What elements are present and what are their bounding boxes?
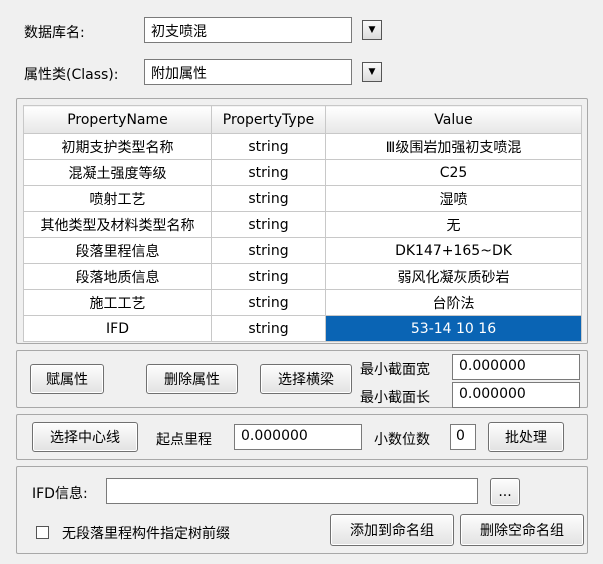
add-to-named-group-button[interactable]: 添加到命名组 xyxy=(330,514,454,546)
cell-property-type[interactable]: string xyxy=(211,237,326,264)
cell-property-name[interactable]: 段落里程信息 xyxy=(23,237,212,264)
class-label: 属性类(Class): xyxy=(24,67,119,83)
ifd-info-label: IFD信息: xyxy=(32,486,88,502)
property-table-wrapper: PropertyName PropertyType Value 初期支护类型名称… xyxy=(23,105,582,342)
select-beam-button[interactable]: 选择横梁 xyxy=(260,364,352,394)
cell-property-name[interactable]: 段落地质信息 xyxy=(23,263,212,290)
min-section-length-label: 最小截面长 xyxy=(360,390,430,406)
column-header-value[interactable]: Value xyxy=(325,105,582,134)
cell-property-name[interactable]: 其他类型及材料类型名称 xyxy=(23,211,212,238)
cell-property-name[interactable]: 施工工艺 xyxy=(23,289,212,316)
cell-value[interactable]: 台阶法 xyxy=(325,289,582,316)
ifd-info-field[interactable] xyxy=(106,478,478,504)
table-row[interactable]: 初期支护类型名称 string Ⅲ级围岩加强初支喷混 xyxy=(23,133,582,160)
property-table-panel: PropertyName PropertyType Value 初期支护类型名称… xyxy=(16,98,588,344)
cell-property-type[interactable]: string xyxy=(211,315,326,342)
property-table: PropertyName PropertyType Value 初期支护类型名称… xyxy=(23,105,582,342)
cell-property-type[interactable]: string xyxy=(211,133,326,160)
cell-property-type[interactable]: string xyxy=(211,289,326,316)
delete-attribute-button[interactable]: 删除属性 xyxy=(146,364,238,394)
min-section-width-label: 最小截面宽 xyxy=(360,362,430,378)
database-combo[interactable]: 初支喷混 xyxy=(144,17,352,43)
cell-property-name[interactable]: 混凝土强度等级 xyxy=(23,159,212,186)
batch-process-button[interactable]: 批处理 xyxy=(488,422,564,452)
class-dropdown-button[interactable]: ▼ xyxy=(362,62,382,82)
table-row[interactable]: 其他类型及材料类型名称 string 无 xyxy=(23,211,582,238)
cell-value[interactable]: DK147+165~DK xyxy=(325,237,582,264)
chevron-down-icon: ▼ xyxy=(368,66,376,77)
database-label: 数据库名: xyxy=(24,25,85,41)
delete-empty-named-group-button[interactable]: 删除空命名组 xyxy=(460,514,584,546)
database-dropdown-button[interactable]: ▼ xyxy=(362,20,382,40)
chevron-down-icon: ▼ xyxy=(368,24,376,35)
cell-property-type[interactable]: string xyxy=(211,159,326,186)
table-row[interactable]: 喷射工艺 string 湿喷 xyxy=(23,185,582,212)
cell-property-type[interactable]: string xyxy=(211,263,326,290)
database-value: 初支喷混 xyxy=(151,24,207,40)
cell-property-type[interactable]: string xyxy=(211,211,326,238)
select-centerline-button[interactable]: 选择中心线 xyxy=(32,422,138,452)
cell-value-selected[interactable]: 53-14 10 16 xyxy=(325,315,582,342)
cell-value[interactable]: 湿喷 xyxy=(325,185,582,212)
cell-value[interactable]: 无 xyxy=(325,211,582,238)
table-row[interactable]: 段落地质信息 string 弱风化凝灰质砂岩 xyxy=(23,263,582,290)
cell-property-name[interactable]: 喷射工艺 xyxy=(23,185,212,212)
cell-value[interactable]: Ⅲ级围岩加强初支喷混 xyxy=(325,133,582,160)
cell-property-name[interactable]: IFD xyxy=(23,315,212,342)
table-row[interactable]: 段落里程信息 string DK147+165~DK xyxy=(23,237,582,264)
assign-attribute-button[interactable]: 赋属性 xyxy=(30,364,104,394)
table-row[interactable]: IFD string 53-14 10 16 xyxy=(23,315,582,342)
decimal-places-label: 小数位数 xyxy=(374,432,430,448)
column-header-property-name[interactable]: PropertyName xyxy=(23,105,212,134)
table-row[interactable]: 混凝土强度等级 string C25 xyxy=(23,159,582,186)
class-combo[interactable]: 附加属性 xyxy=(144,59,352,85)
browse-button[interactable]: ... xyxy=(490,478,520,506)
no-mileage-prefix-label: 无段落里程构件指定树前缀 xyxy=(62,526,230,542)
table-row[interactable]: 施工工艺 string 台阶法 xyxy=(23,289,582,316)
start-mileage-label: 起点里程 xyxy=(156,432,212,448)
table-header-row: PropertyName PropertyType Value xyxy=(23,105,582,134)
start-mileage-field[interactable]: 0.000000 xyxy=(234,424,362,450)
min-section-length-field[interactable]: 0.000000 xyxy=(452,382,580,408)
class-value: 附加属性 xyxy=(151,66,207,82)
cell-property-name[interactable]: 初期支护类型名称 xyxy=(23,133,212,160)
decimal-places-field[interactable]: 0 xyxy=(450,424,476,450)
cell-value[interactable]: C25 xyxy=(325,159,582,186)
column-header-property-type[interactable]: PropertyType xyxy=(211,105,326,134)
cell-value[interactable]: 弱风化凝灰质砂岩 xyxy=(325,263,582,290)
no-mileage-prefix-checkbox[interactable] xyxy=(36,526,49,539)
cell-property-type[interactable]: string xyxy=(211,185,326,212)
min-section-width-field[interactable]: 0.000000 xyxy=(452,354,580,380)
